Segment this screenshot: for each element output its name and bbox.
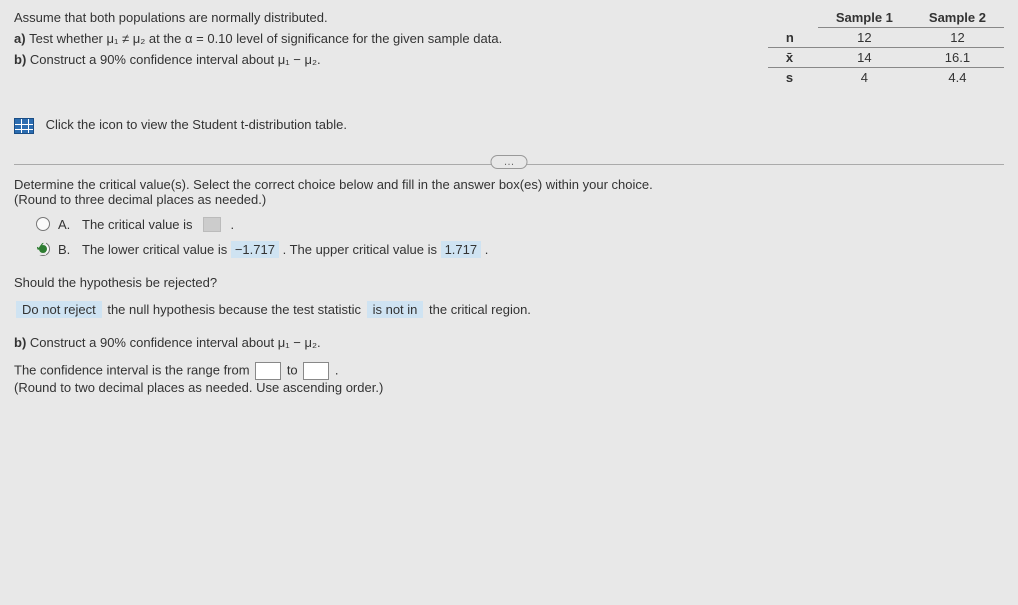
table-row: n 12 12 bbox=[768, 28, 1004, 48]
lower-critical-value[interactable]: −1.717 bbox=[231, 241, 279, 258]
ci-lower-input[interactable] bbox=[255, 362, 281, 380]
choice-b-text-2: . The upper critical value is bbox=[283, 242, 441, 257]
choice-a-input[interactable] bbox=[203, 217, 221, 232]
table-row: x̄ 14 16.1 bbox=[768, 48, 1004, 68]
choice-a-text: The critical value is bbox=[82, 217, 193, 232]
ci-round-note: (Round to two decimal places as needed. … bbox=[14, 380, 1004, 395]
choice-b-text-3: . bbox=[485, 242, 489, 257]
cell-s1: 4 bbox=[818, 68, 911, 88]
t-table-link[interactable]: Click the icon to view the Student t-dis… bbox=[14, 117, 1004, 134]
ci-upper-input[interactable] bbox=[303, 362, 329, 380]
part-b-label: b) bbox=[14, 52, 30, 67]
t-table-link-text: Click the icon to view the Student t-dis… bbox=[46, 117, 347, 132]
sample-data-table: Sample 1 Sample 2 n 12 12 x̄ 14 16.1 s 4… bbox=[768, 8, 1004, 87]
choice-a-row[interactable]: A. The critical value is . bbox=[36, 217, 1004, 232]
reject-answer-2[interactable]: is not in bbox=[367, 301, 424, 318]
reject-mid-1: the null hypothesis because the test sta… bbox=[107, 302, 364, 317]
cell-n2: 12 bbox=[911, 28, 1004, 48]
part-a-text: Test whether μ₁ ≠ μ₂ at the α = 0.10 lev… bbox=[29, 31, 502, 46]
choice-b-row[interactable]: B. The lower critical value is −1.717 . … bbox=[36, 242, 1004, 257]
upper-critical-value[interactable]: 1.717 bbox=[441, 241, 482, 258]
critical-instruction: Determine the critical value(s). Select … bbox=[14, 177, 1004, 192]
ci-line-to: to bbox=[287, 362, 301, 377]
ci-title-label: b) bbox=[14, 335, 30, 350]
reject-question: Should the hypothesis be rejected? bbox=[14, 275, 1004, 290]
cell-x2: 16.1 bbox=[911, 48, 1004, 68]
table-header-blank bbox=[768, 8, 818, 28]
choice-b-text-1: The lower critical value is bbox=[82, 242, 231, 257]
table-row: s 4 4.4 bbox=[768, 68, 1004, 88]
reject-mid-2: the critical region. bbox=[429, 302, 531, 317]
row-label-n: n bbox=[768, 28, 818, 48]
choice-b-letter: B. bbox=[58, 242, 74, 257]
critical-round-note: (Round to three decimal places as needed… bbox=[14, 192, 1004, 207]
part-b-text: Construct a 90% confidence interval abou… bbox=[30, 52, 321, 67]
table-icon[interactable] bbox=[14, 118, 34, 134]
ci-line-a: The confidence interval is the range fro… bbox=[14, 362, 253, 377]
problem-statement: Assume that both populations are normall… bbox=[14, 8, 738, 70]
row-label-xbar: x̄ bbox=[768, 48, 818, 68]
row-label-s: s bbox=[768, 68, 818, 88]
radio-b[interactable] bbox=[36, 242, 50, 256]
ci-title: Construct a 90% confidence interval abou… bbox=[30, 335, 321, 350]
ci-line-end: . bbox=[335, 362, 339, 377]
radio-a[interactable] bbox=[36, 217, 50, 231]
table-header-sample1: Sample 1 bbox=[818, 8, 911, 28]
cell-n1: 12 bbox=[818, 28, 911, 48]
cell-x1: 14 bbox=[818, 48, 911, 68]
reject-answer-1[interactable]: Do not reject bbox=[16, 301, 102, 318]
part-a-label: a) bbox=[14, 31, 29, 46]
choice-a-letter: A. bbox=[58, 217, 74, 232]
intro-text: Assume that both populations are normall… bbox=[14, 8, 738, 29]
cell-s2: 4.4 bbox=[911, 68, 1004, 88]
ellipsis-badge[interactable]: … bbox=[491, 155, 528, 169]
table-header-sample2: Sample 2 bbox=[911, 8, 1004, 28]
